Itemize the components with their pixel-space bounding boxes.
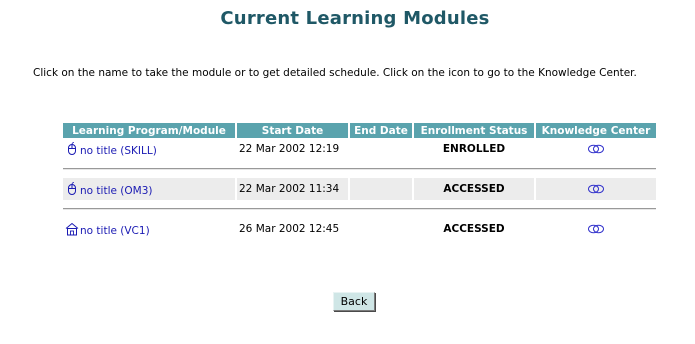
row-gap: [63, 210, 656, 218]
row-gap: [63, 170, 656, 178]
column-header-end-date: End Date: [350, 123, 412, 138]
end-date-cell: [350, 178, 412, 200]
row-gap: [63, 200, 656, 208]
instructions-text: Click on the name to take the module or …: [33, 67, 637, 79]
start-date-cell: 26 Mar 2002 12:45: [239, 223, 340, 235]
table-row: no title (OM3) 22 Mar 2002 11:34 ACCESSE…: [63, 178, 656, 200]
column-header-start-date: Start Date: [237, 123, 348, 138]
page-title: Current Learning Modules: [220, 8, 490, 29]
start-date-cell: 22 Mar 2002 11:34: [237, 178, 348, 200]
module-link[interactable]: no title (SKILL): [80, 145, 157, 157]
mouse-icon: [68, 141, 76, 155]
end-date-cell: [350, 138, 412, 160]
status-cell: ACCESSED: [414, 178, 534, 200]
column-header-program: Learning Program/Module: [63, 123, 235, 138]
knowledge-center-icon[interactable]: [587, 143, 605, 155]
knowledge-center-cell: [536, 218, 656, 240]
module-name-cell: no title (SKILL): [63, 138, 235, 160]
knowledge-center-cell: [536, 178, 656, 200]
row-gap: [63, 160, 656, 168]
knowledge-center-icon[interactable]: [587, 183, 605, 195]
status-cell: ACCESSED: [443, 223, 505, 235]
table-header-row: Learning Program/Module Start Date End D…: [63, 123, 656, 138]
end-date-cell: [350, 218, 412, 240]
knowledge-center-icon[interactable]: [587, 223, 605, 235]
table-row: no title (SKILL) 22 Mar 2002 12:19 ENROL…: [63, 138, 656, 160]
classroom-icon: [65, 222, 79, 235]
knowledge-center-cell: [536, 138, 656, 160]
status-cell: ENROLLED: [442, 143, 506, 155]
module-link[interactable]: no title (OM3): [80, 185, 152, 197]
start-date-cell: 22 Mar 2002 12:19: [239, 143, 340, 155]
column-header-status: Enrollment Status: [414, 123, 534, 138]
column-header-knowledge-center: Knowledge Center: [536, 123, 656, 138]
mouse-icon: [68, 181, 76, 195]
module-link[interactable]: no title (VC1): [80, 225, 150, 237]
module-name-cell: no title (OM3): [63, 178, 235, 200]
modules-table: Learning Program/Module Start Date End D…: [61, 123, 658, 240]
table-row: no title (VC1) 26 Mar 2002 12:45 ACCESSE…: [63, 218, 656, 240]
module-name-cell: no title (VC1): [63, 218, 235, 240]
back-button[interactable]: Back: [333, 292, 375, 311]
